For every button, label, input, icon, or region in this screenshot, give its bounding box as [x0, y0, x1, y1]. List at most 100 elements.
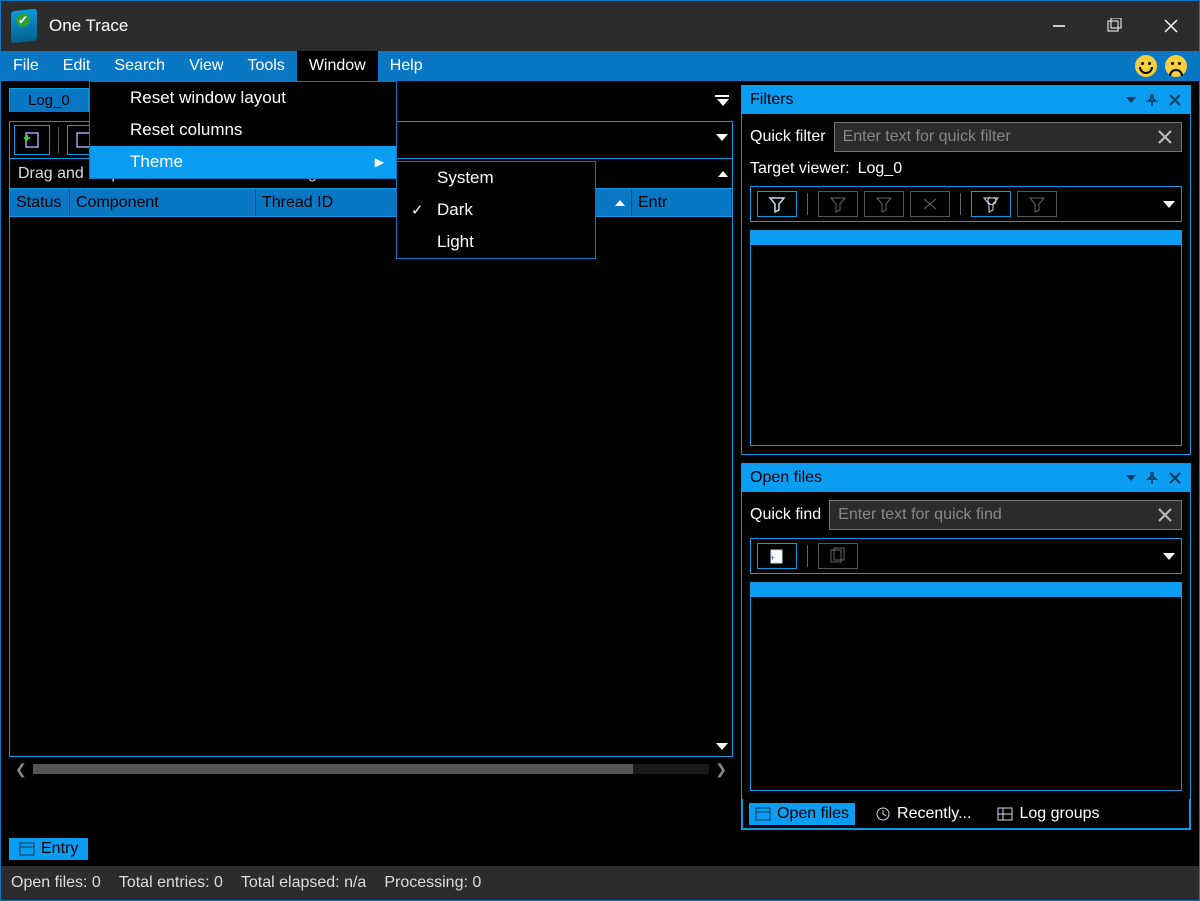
svg-text:+: +	[770, 553, 775, 563]
feedback-sad-icon[interactable]	[1165, 55, 1187, 77]
clock-icon	[875, 806, 891, 822]
pin-icon[interactable]	[1146, 472, 1158, 484]
filters-list[interactable]	[750, 230, 1182, 446]
open-files-panel-header[interactable]: Open files	[742, 464, 1190, 492]
quick-filter-placeholder: Enter text for quick filter	[843, 128, 1011, 146]
menu-search[interactable]: Search	[102, 51, 177, 81]
filter-btn-3[interactable]	[864, 191, 904, 217]
filter-btn-6[interactable]	[1017, 191, 1057, 217]
window-minimize-button[interactable]	[1031, 1, 1087, 51]
menu-bar: File Edit Search View Tools Window Help	[1, 51, 1199, 81]
log-viewer-pane: Log_0 Drag and drop a column into this a…	[1, 81, 741, 830]
side-panels: Filters Quick filter Enter text for quic…	[741, 81, 1199, 830]
pin-icon[interactable]	[1146, 94, 1158, 106]
feedback-happy-icon[interactable]	[1135, 55, 1157, 77]
title-bar: One Trace	[1, 1, 1199, 51]
side-panel-tabs: Open files Recently... Log groups	[742, 799, 1190, 829]
quick-filter-input[interactable]: Enter text for quick filter	[834, 122, 1182, 152]
menu-edit[interactable]: Edit	[51, 51, 103, 81]
column-header-component[interactable]: Component	[70, 189, 256, 216]
window-close-button[interactable]	[1143, 1, 1199, 51]
menu-reset-window-layout[interactable]: Reset window layout	[90, 82, 396, 114]
bottom-document-tabs: Entry	[1, 836, 1199, 866]
filters-panel: Filters Quick filter Enter text for quic…	[741, 85, 1191, 455]
scroll-left-icon[interactable]: ❮	[15, 761, 27, 778]
scroll-track[interactable]	[33, 764, 710, 774]
openfiles-toolbar-overflow-icon[interactable]	[1163, 553, 1175, 560]
status-total-elapsed: Total elapsed: n/a	[241, 874, 366, 892]
menu-help[interactable]: Help	[378, 51, 435, 81]
status-bar: Open files: 0 Total entries: 0 Total ela…	[1, 866, 1199, 900]
open-files-panel-title: Open files	[750, 469, 822, 487]
submenu-arrow-icon: ▶	[375, 155, 384, 169]
filter-btn-funnel[interactable]	[757, 191, 797, 217]
menu-tools[interactable]: Tools	[235, 51, 296, 81]
document-tab-log0[interactable]: Log_0	[9, 88, 89, 112]
filter-btn-4[interactable]	[910, 191, 950, 217]
app-logo-icon	[11, 9, 37, 44]
entry-icon	[19, 841, 35, 857]
status-open-files: Open files: 0	[11, 874, 101, 892]
grid-icon	[997, 806, 1013, 822]
scroll-right-icon[interactable]: ❯	[715, 761, 727, 778]
toolbar-separator	[58, 127, 59, 153]
window-maximize-button[interactable]	[1087, 1, 1143, 51]
grid-body[interactable]	[9, 217, 733, 757]
scroll-thumb[interactable]	[33, 764, 633, 774]
groupby-scroll-up-icon[interactable]	[718, 171, 728, 177]
panel-close-icon[interactable]	[1168, 93, 1182, 107]
window-menu-dropdown: Reset window layout Reset columns Theme …	[89, 81, 397, 179]
panel-dropdown-icon[interactable]	[1126, 97, 1136, 103]
status-processing: Processing: 0	[384, 874, 481, 892]
quick-filter-label: Quick filter	[750, 128, 826, 146]
toolbar-separator	[807, 545, 808, 567]
theme-submenu: System ✓ Dark Light	[396, 161, 596, 259]
column-header-entry[interactable]: Entr	[632, 189, 732, 216]
openfiles-btn-copy[interactable]	[818, 543, 858, 569]
menu-theme[interactable]: Theme ▶	[90, 146, 396, 178]
menu-file[interactable]: File	[1, 51, 51, 81]
toolbar-add-file-button[interactable]	[14, 125, 50, 155]
openfiles-btn-add[interactable]: +	[757, 543, 797, 569]
quick-find-input[interactable]: Enter text for quick find	[829, 500, 1182, 530]
filters-panel-header[interactable]: Filters	[742, 86, 1190, 114]
column-header-status[interactable]: Status	[10, 189, 70, 216]
quick-find-label: Quick find	[750, 506, 821, 524]
target-viewer-label: Target viewer:	[750, 160, 850, 178]
panel-close-icon[interactable]	[1168, 471, 1182, 485]
theme-dark[interactable]: ✓ Dark	[397, 194, 595, 226]
tab-open-files[interactable]: Open files	[749, 803, 855, 825]
document-list-dropdown[interactable]	[715, 95, 729, 106]
open-files-panel: Open files Quick find Enter text for qui…	[741, 463, 1191, 830]
open-files-list-header	[751, 583, 1181, 597]
menu-window[interactable]: Window	[297, 51, 378, 81]
tab-log-groups[interactable]: Log groups	[991, 803, 1105, 825]
grid-horizontal-scrollbar[interactable]: ❮ ❯	[9, 759, 733, 779]
menu-reset-columns[interactable]: Reset columns	[90, 114, 396, 146]
status-total-entries: Total entries: 0	[119, 874, 223, 892]
filter-btn-2[interactable]	[818, 191, 858, 217]
list-icon	[755, 806, 771, 822]
tab-entry[interactable]: Entry	[9, 838, 88, 860]
app-title: One Trace	[49, 16, 128, 36]
open-files-list[interactable]	[750, 582, 1182, 791]
toolbar-overflow-button[interactable]	[716, 128, 728, 145]
grid-scroll-down-icon[interactable]	[716, 743, 728, 750]
theme-system[interactable]: System	[397, 162, 595, 194]
sort-ascending-icon	[615, 200, 625, 206]
menu-view[interactable]: View	[177, 51, 235, 81]
open-files-toolbar: +	[750, 538, 1182, 574]
tab-recently[interactable]: Recently...	[869, 803, 977, 825]
filters-panel-title: Filters	[750, 91, 794, 109]
clear-icon[interactable]	[1155, 505, 1175, 525]
panel-dropdown-icon[interactable]	[1126, 475, 1136, 481]
target-viewer-value: Log_0	[858, 160, 903, 178]
filters-list-header	[751, 231, 1181, 245]
filters-toolbar-overflow-icon[interactable]	[1163, 201, 1175, 208]
clear-icon[interactable]	[1155, 127, 1175, 147]
filters-toolbar	[750, 186, 1182, 222]
filter-btn-refresh[interactable]	[971, 191, 1011, 217]
toolbar-separator	[960, 193, 961, 215]
theme-light[interactable]: Light	[397, 226, 595, 258]
quick-find-placeholder: Enter text for quick find	[838, 506, 1002, 524]
